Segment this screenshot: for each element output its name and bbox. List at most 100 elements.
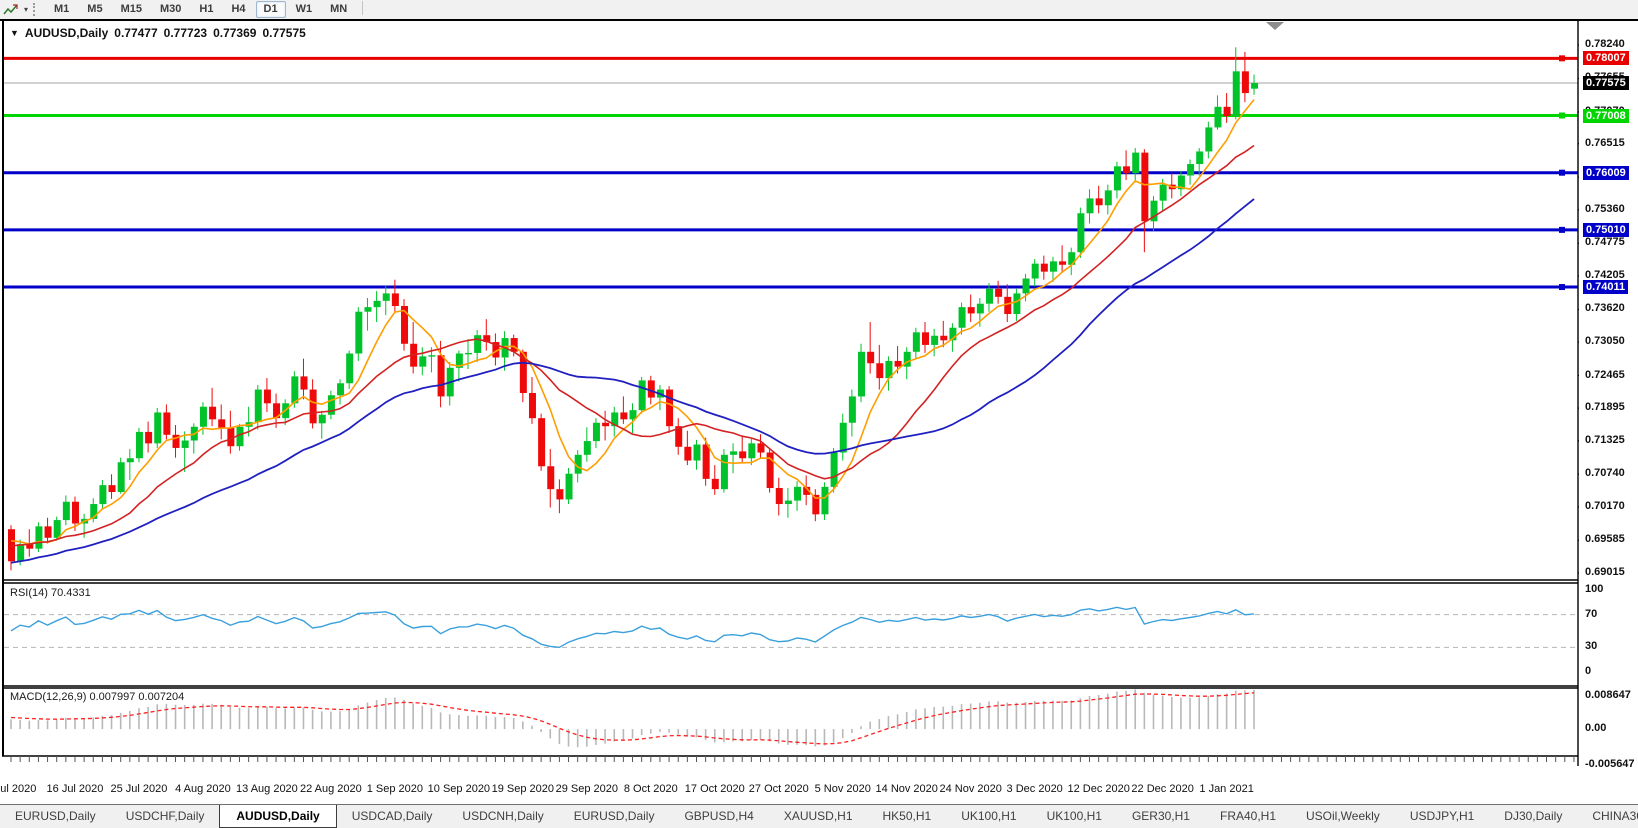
chart-tab-usdcad-daily[interactable]: USDCAD,Daily [337, 805, 448, 826]
rsi-line [11, 607, 1254, 647]
candle-body [1224, 107, 1231, 116]
candle-body [1205, 127, 1212, 151]
candle-body [383, 293, 390, 300]
date-axis-label: 22 Aug 2020 [300, 783, 362, 795]
chart-tab-china300-h1[interactable]: CHINA300,H1 [1577, 805, 1638, 826]
shift-marker-icon[interactable] [1266, 22, 1284, 30]
chart-tab-fra40-h1[interactable]: FRA40,H1 [1205, 805, 1291, 826]
price-tick-label: 0.73050 [1585, 335, 1625, 347]
candle-body [1187, 164, 1194, 175]
date-axis-label: 16 Jul 2020 [47, 783, 104, 795]
candle-body [1233, 71, 1240, 116]
macd-axis-label: -0.005647 [1585, 758, 1635, 770]
level-line-handle[interactable] [1559, 170, 1565, 176]
date-axis-label: 24 Nov 2020 [939, 783, 1001, 795]
candle-body [831, 453, 838, 487]
candle-body [1105, 190, 1112, 205]
chart-tab-eurusd-daily[interactable]: EURUSD,Daily [559, 805, 670, 826]
candle-body [712, 479, 719, 489]
candle-body [986, 289, 993, 304]
candle-body [465, 353, 472, 354]
price-tick-label: 0.74775 [1585, 236, 1625, 248]
date-axis-label: 7 Jul 2020 [0, 783, 36, 795]
candle-body [1141, 153, 1148, 222]
rsi-indicator-label: RSI(14) 70.4331 [10, 587, 91, 599]
candle-body [264, 390, 271, 404]
candle-body [392, 293, 399, 306]
candles-series [8, 47, 1258, 570]
chart-tab-usdcnh-daily[interactable]: USDCNH,Daily [447, 805, 558, 826]
symbol-dropdown-icon[interactable]: ▼ [10, 28, 19, 38]
price-tick-label: 0.72465 [1585, 369, 1625, 381]
date-axis-label: 12 Dec 2020 [1067, 783, 1129, 795]
chart-tab-uk100-h1[interactable]: UK100,H1 [1032, 805, 1117, 826]
chart-tab-ger30-h1[interactable]: GER30,H1 [1117, 805, 1205, 826]
macd-axis-label: 0.008647 [1585, 689, 1631, 701]
candle-body [840, 423, 847, 453]
macd-axis-label: 0.00 [1585, 722, 1606, 734]
level-line-handle[interactable] [1559, 227, 1565, 233]
price-tick-label: 0.76515 [1585, 137, 1625, 149]
candle-body [428, 355, 435, 356]
candle-body [511, 338, 518, 352]
candle-body [620, 412, 627, 419]
candle-body [17, 544, 24, 561]
candle-body [364, 307, 371, 312]
candle-body [968, 307, 975, 313]
chart-tab-uk100-h1[interactable]: UK100,H1 [946, 805, 1031, 826]
date-axis-label: 17 Oct 2020 [685, 783, 745, 795]
chart-tab-gbpusd-h4[interactable]: GBPUSD,H4 [669, 805, 768, 826]
chart-tab-hk50-h1[interactable]: HK50,H1 [868, 805, 947, 826]
ma-mid-line [11, 146, 1254, 546]
date-axis-label: 1 Jan 2021 [1199, 783, 1253, 795]
candle-body [337, 383, 344, 395]
candle-body [913, 332, 920, 351]
macd-indicator-label: MACD(12,26,9) 0.007997 0.007204 [10, 691, 184, 703]
candle-body [1004, 297, 1011, 314]
candle-body [200, 407, 207, 427]
candle-body [876, 363, 883, 378]
level-line-handle[interactable] [1559, 113, 1565, 119]
chart-tab-usoil-weekly[interactable]: USOil,Weekly [1291, 805, 1395, 826]
level-price-tag: 0.75010 [1583, 223, 1629, 237]
chart-tab-usdchf-daily[interactable]: USDCHF,Daily [111, 805, 220, 826]
chart-tab-dj30-daily[interactable]: DJ30,Daily [1489, 805, 1577, 826]
ohlc-open: 0.77477 [114, 26, 157, 40]
candle-body [895, 361, 902, 367]
candle-body [291, 376, 298, 403]
candle-body [145, 432, 152, 443]
chart-tab-xauusd-h1[interactable]: XAUUSD,H1 [769, 805, 868, 826]
candle-body [136, 432, 143, 458]
candle-body [922, 332, 929, 345]
candle-body [547, 466, 554, 489]
candle-body [538, 418, 545, 466]
candle-body [209, 407, 216, 420]
current-price-tag: 0.77575 [1583, 76, 1629, 90]
candle-body [1059, 261, 1066, 264]
price-tick-label: 0.71895 [1585, 401, 1625, 413]
candle-body [666, 390, 673, 427]
candle-body [1123, 166, 1130, 173]
candle-body [739, 451, 746, 458]
candle-body [1050, 261, 1057, 271]
chart-title: ▼ AUDUSD,Daily 0.77477 0.77723 0.77369 0… [10, 26, 306, 40]
candle-body [593, 423, 600, 441]
price-tick-label: 0.78240 [1585, 38, 1625, 50]
chart-tab-usdjpy-h1[interactable]: USDJPY,H1 [1395, 805, 1489, 826]
candle-body [858, 352, 865, 397]
level-line-handle[interactable] [1559, 284, 1565, 290]
date-axis-label: 14 Nov 2020 [876, 783, 938, 795]
chart-tab-audusd-daily[interactable]: AUDUSD,Daily [219, 805, 336, 828]
candle-body [794, 487, 801, 501]
candle-body [1023, 279, 1030, 294]
candle-body [1077, 213, 1084, 252]
candle-body [1032, 264, 1039, 279]
candle-body [1013, 293, 1020, 314]
candle-body [346, 354, 353, 384]
price-tick-label: 0.73620 [1585, 302, 1625, 314]
level-line-handle[interactable] [1559, 55, 1565, 61]
candle-body [648, 380, 655, 397]
candle-body [730, 451, 737, 454]
candle-body [694, 445, 701, 461]
chart-tab-eurusd-daily[interactable]: EURUSD,Daily [0, 805, 111, 826]
